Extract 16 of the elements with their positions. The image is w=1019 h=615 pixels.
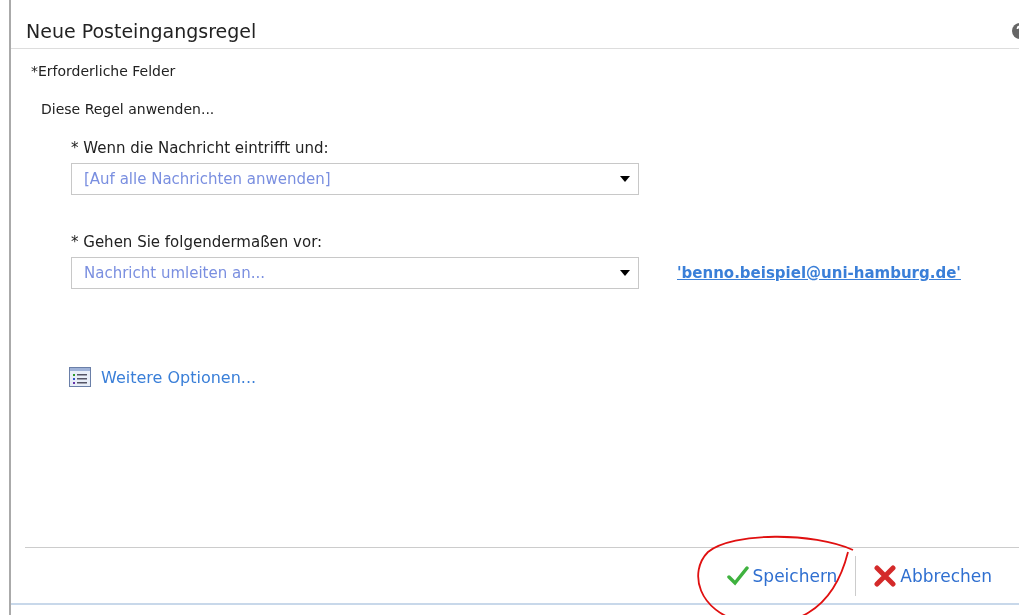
required-fields-note: *Erforderliche Felder [31,63,177,79]
field-label: * Wenn die Nachricht eintrifft und: [71,139,330,157]
cancel-button[interactable]: Abbrechen [870,560,996,591]
caret-icon [620,270,630,276]
dropdown-field[interactable]: [Auf alle Nachrichten anwenden] [71,163,639,195]
field-label: * Gehen Sie folgendermaßen vor: [71,233,324,251]
close-icon [874,564,897,587]
intro-text: Diese Regel anwenden... [41,101,216,117]
dialog-title: Neue Posteingangsregel [26,20,257,42]
more-options-link[interactable]: Weitere Optionen... [101,367,257,387]
caret-icon [620,176,630,182]
list-icon [69,367,91,387]
dropdown-field[interactable]: Nachricht umleiten an... [71,257,639,289]
save-button[interactable]: Speichern [722,561,842,590]
email-link[interactable]: 'benno.beispiel@uni-hamburg.de' [677,264,961,282]
checkmark-icon [726,565,749,586]
